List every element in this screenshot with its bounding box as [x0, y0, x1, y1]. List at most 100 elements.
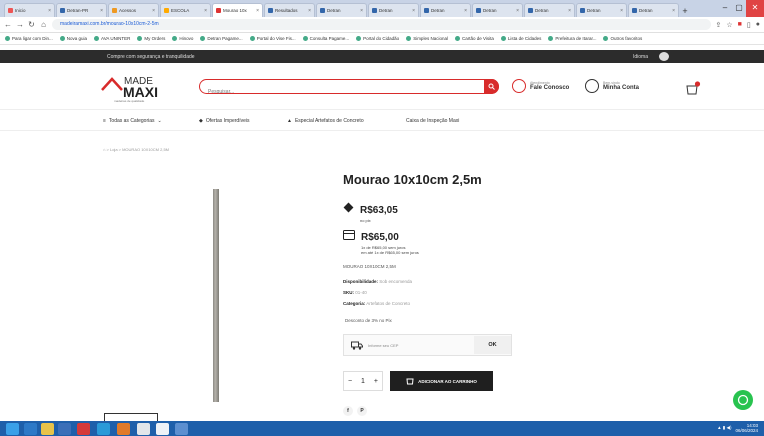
bookmark-item[interactable]: Simples Nacional: [406, 36, 448, 41]
browser-tab[interactable]: Detran ×: [628, 3, 679, 17]
browser-tab[interactable]: Inicio ×: [4, 3, 55, 17]
bookmark-item[interactable]: Outros favoritos: [603, 36, 642, 41]
bookmark-item[interactable]: Portal do Vise Fis...: [249, 36, 296, 41]
taskbar-app-icon[interactable]: [117, 423, 130, 435]
tab-close-icon[interactable]: ×: [100, 8, 103, 14]
nav-inspection[interactable]: Caixa de Inspeção Maxi: [406, 118, 459, 124]
contact-link[interactable]: Atendimento Fale Conosco: [512, 79, 569, 93]
tab-close-icon[interactable]: ×: [412, 8, 415, 14]
chrome-icon[interactable]: [137, 423, 150, 435]
taskbar-app-icon[interactable]: [58, 423, 71, 435]
browser-tab[interactable]: Detran ×: [524, 3, 575, 17]
browser-tab[interactable]: Detran ×: [472, 3, 523, 17]
category-value[interactable]: Artefatos de Concreto: [366, 301, 410, 306]
bookmark-item[interactable]: Detran Pagame...: [200, 36, 243, 41]
back-icon[interactable]: ←: [4, 20, 12, 29]
logo[interactable]: MADE MAXI madeiras de qualidade: [101, 76, 171, 104]
home-icon[interactable]: ⌂: [40, 20, 47, 29]
shipping-ok-button[interactable]: OK: [474, 336, 511, 354]
category-label: Categoria:: [343, 301, 366, 306]
add-to-cart-button[interactable]: ADICIONAR AO CARRINHO: [390, 371, 493, 391]
sidepanel-icon[interactable]: ▯: [747, 21, 751, 29]
tab-favicon-icon: [164, 8, 169, 13]
cart-button[interactable]: [685, 81, 701, 100]
main-nav: ≡ Todas as Categorias ⌄ ◆ Ofertas Imperd…: [0, 109, 764, 131]
tray-icons[interactable]: ▲ ▮ ◀): [717, 425, 731, 431]
card-price: R$65,00 1x de R$65,00 sem juros em até 1…: [343, 227, 419, 255]
tab-close-icon[interactable]: ×: [568, 8, 571, 14]
nav-all-categories[interactable]: ≡ Todas as Categorias ⌄: [103, 118, 162, 124]
browser-tab[interactable]: Detran-PR ×: [56, 3, 107, 17]
pinterest-share-icon[interactable]: P: [357, 406, 367, 416]
tab-close-icon[interactable]: ×: [516, 8, 519, 14]
tab-close-icon[interactable]: ×: [48, 8, 51, 14]
facebook-share-icon[interactable]: f: [343, 406, 353, 416]
bookmark-item[interactable]: Nova guia: [59, 36, 87, 41]
tab-close-icon[interactable]: ×: [204, 8, 207, 14]
bookmark-item[interactable]: Hinovo: [172, 36, 193, 41]
star-icon[interactable]: ☆: [726, 21, 732, 29]
tab-close-icon[interactable]: ×: [464, 8, 467, 14]
promo-bar: Compre com segurança e tranquilidade Idi…: [0, 50, 764, 63]
quantity-value[interactable]: 1: [361, 378, 365, 385]
share-icon[interactable]: ⇪: [716, 21, 722, 29]
tab-close-icon[interactable]: ×: [152, 8, 155, 14]
bookmark-icon: [5, 36, 10, 41]
file-explorer-icon[interactable]: [41, 423, 54, 435]
forward-icon[interactable]: →: [16, 20, 24, 29]
browser-tab[interactable]: Acessos ×: [108, 3, 159, 17]
language-label[interactable]: Idioma: [633, 54, 648, 60]
tab-close-icon[interactable]: ×: [360, 8, 363, 14]
bookmark-item[interactable]: Portal do Cidadão: [356, 36, 399, 41]
profile-icon[interactable]: ●: [756, 21, 760, 28]
browser-tab[interactable]: ESCOLA ×: [160, 3, 211, 17]
minimize-button[interactable]: –: [718, 0, 732, 17]
bookmark-item[interactable]: Consulta Pagame...: [302, 36, 349, 41]
whatsapp-float-button[interactable]: [733, 390, 753, 410]
language-flag-icon[interactable]: [659, 52, 669, 61]
account-link[interactable]: Bem-vindo Minha Conta: [585, 79, 639, 93]
taskbar-app-icon[interactable]: [156, 423, 169, 435]
bookmark-item[interactable]: Lista de Cidades: [500, 36, 541, 41]
nav-special[interactable]: ▲ Especial Artefatos de Concreto: [287, 118, 364, 124]
taskbar-app-icon[interactable]: [175, 423, 188, 435]
reload-icon[interactable]: ↻: [28, 20, 35, 29]
product-image[interactable]: [101, 174, 326, 412]
new-tab-button[interactable]: +: [680, 5, 690, 17]
pix-price: R$63,05 no pix: [343, 200, 398, 223]
breadcrumb[interactable]: ⌂ > Loja > MOURAO 10X10CM 2,5M: [103, 147, 169, 152]
start-icon[interactable]: [6, 423, 19, 435]
bookmark-icon: [548, 36, 554, 41]
browser-tab[interactable]: Detran ×: [368, 3, 419, 17]
maximize-button[interactable]: ▢: [732, 0, 746, 17]
browser-tab[interactable]: Mourao 10x ×: [212, 3, 263, 17]
browser-tab[interactable]: Detran ×: [576, 3, 627, 17]
search-input[interactable]: [200, 86, 470, 98]
decrease-quantity-button[interactable]: −: [348, 378, 352, 385]
tab-close-icon[interactable]: ×: [308, 8, 311, 14]
browser-tab[interactable]: Detran ×: [420, 3, 471, 17]
taskbar-app-icon[interactable]: [24, 423, 37, 435]
bookmark-icon: [356, 36, 362, 41]
cep-input[interactable]: Informe seu CEP: [368, 343, 398, 348]
tab-close-icon[interactable]: ×: [620, 8, 623, 14]
search-box: [199, 78, 499, 98]
taskbar-app-icon[interactable]: [77, 423, 90, 435]
bookmark-item[interactable]: Cartão de Visita: [454, 36, 494, 41]
increase-quantity-button[interactable]: +: [374, 378, 378, 385]
bookmark-item[interactable]: AVA UNINTER: [94, 36, 130, 41]
tab-close-icon[interactable]: ×: [672, 8, 675, 14]
bookmark-item[interactable]: Para ligar com Din...: [5, 36, 53, 41]
search-button[interactable]: [484, 78, 499, 94]
bookmark-item[interactable]: My Orders: [137, 36, 165, 41]
close-window-button[interactable]: ✕: [746, 0, 764, 17]
browser-tab[interactable]: Detran ×: [316, 3, 367, 17]
taskbar-app-icon[interactable]: [97, 423, 110, 435]
browser-tab[interactable]: Resultados ×: [264, 3, 315, 17]
bookmark-item[interactable]: Prefeitura de Itarar...: [548, 36, 596, 41]
extension-icon[interactable]: ■: [738, 21, 742, 28]
tab-close-icon[interactable]: ×: [256, 8, 259, 14]
tab-favicon-icon: [580, 8, 585, 13]
url-field[interactable]: madeiramaxi.com.br/mourao-10x10cm-2-5m: [52, 19, 711, 30]
nav-offers[interactable]: ◆ Ofertas Imperdíveis: [199, 118, 250, 124]
